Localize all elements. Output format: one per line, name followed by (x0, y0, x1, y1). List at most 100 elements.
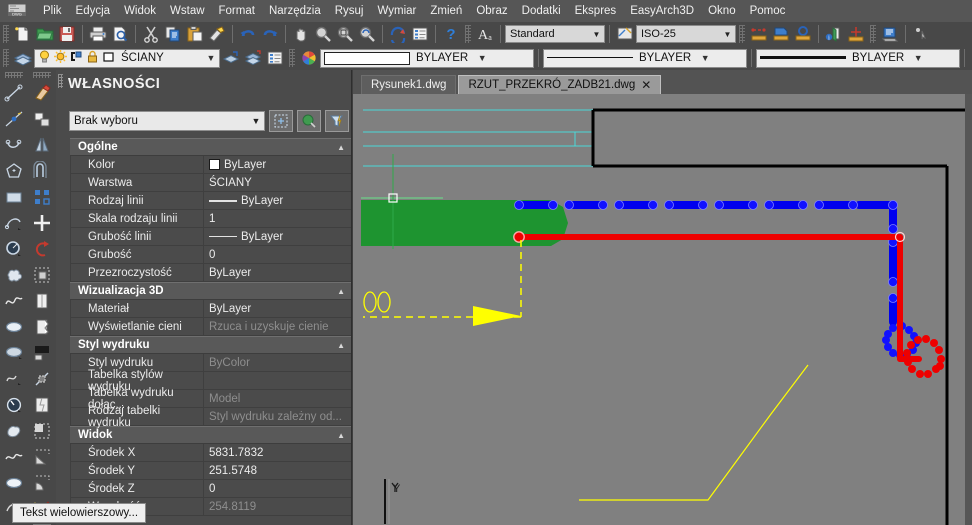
polygon-icon[interactable] (1, 158, 27, 184)
layer-previous-icon[interactable] (242, 47, 264, 69)
chamfer-icon[interactable] (29, 444, 55, 470)
paste-icon[interactable] (184, 23, 206, 45)
quick-select-icon[interactable] (269, 110, 293, 132)
chevron-down-icon[interactable]: ▼ (910, 53, 926, 63)
canvas-right-rail[interactable] (965, 94, 972, 525)
property-row[interactable]: Wyświetlanie cieni Rzuca i uzyskuje cieni… (70, 318, 351, 336)
toolbar-grip[interactable] (33, 72, 51, 78)
refresh-icon[interactable] (387, 23, 409, 45)
make-object-layer-current-icon[interactable] (220, 47, 242, 69)
menu-format[interactable]: Format (212, 1, 262, 21)
mirror-icon[interactable] (29, 132, 55, 158)
text-style-icon[interactable]: A a (474, 23, 496, 45)
line-icon[interactable] (1, 80, 27, 106)
ellipse-arc-icon[interactable] (1, 340, 27, 366)
print-icon[interactable] (87, 23, 109, 45)
menu-widok[interactable]: Widok (117, 1, 163, 21)
chevron-up-icon[interactable]: ▲ (337, 143, 345, 152)
scale-icon[interactable] (29, 262, 55, 288)
point-icon[interactable] (1, 418, 27, 444)
property-group-header[interactable]: Styl wydruku ▲ (70, 336, 351, 354)
layer-color-swatch[interactable] (101, 49, 116, 67)
zoom-realtime-icon[interactable] (312, 23, 334, 45)
property-value-cell[interactable]: ByLayer (204, 192, 351, 209)
insert-block-icon[interactable] (1, 366, 27, 392)
property-value-cell[interactable]: 1 (204, 210, 351, 227)
property-value-cell[interactable]: ByLayer (204, 300, 351, 317)
open-folder-icon[interactable] (34, 23, 56, 45)
toolbar-grip[interactable] (870, 25, 876, 43)
property-value-cell[interactable]: ŚCIANY (204, 174, 351, 191)
drawing-canvas[interactable]: Y Y (353, 94, 972, 525)
offset-icon[interactable] (29, 158, 55, 184)
property-row[interactable]: Materiał ByLayer (70, 300, 351, 318)
property-value-cell[interactable]: ByLayer (204, 228, 351, 245)
undo-icon[interactable] (237, 23, 259, 45)
selection-combo[interactable]: Brak wyboru ▼ (69, 111, 265, 131)
property-row[interactable]: Środek Z 0 (70, 480, 351, 498)
redo-icon[interactable] (259, 23, 281, 45)
property-value-cell[interactable]: Rzuca i uzyskuje cienie (204, 318, 351, 335)
revision-cloud-icon[interactable] (1, 262, 27, 288)
property-value-cell[interactable]: 254.8119 (204, 498, 351, 515)
menu-narzedzia[interactable]: Narzędzia (262, 1, 328, 21)
toolbar-grip[interactable] (5, 72, 23, 78)
property-group-header[interactable]: Wizualizacja 3D ▲ (70, 282, 351, 300)
toolbar-grip[interactable] (465, 25, 471, 43)
property-row[interactable]: Grubość linii ByLayer (70, 228, 351, 246)
property-row[interactable]: Rodzaj tabelki wydruku Styl wydruku zależ… (70, 405, 351, 429)
palette-grip[interactable] (58, 74, 63, 88)
copy-icon[interactable] (162, 23, 184, 45)
property-row[interactable]: Grubość 0 (70, 246, 351, 264)
polyline-icon[interactable] (1, 132, 27, 158)
match-properties-icon[interactable] (206, 23, 228, 45)
property-value-cell[interactable]: ByColor (204, 354, 351, 371)
layer-combo[interactable]: ŚCIANY ▼ (34, 48, 220, 68)
chevron-down-icon[interactable]: ▼ (248, 116, 264, 126)
array-icon[interactable] (29, 184, 55, 210)
workspace-icon[interactable] (879, 23, 901, 45)
menu-rysuj[interactable]: Rysuj (328, 1, 371, 21)
object-color-combo[interactable]: BYLAYER ▼ (320, 48, 534, 68)
property-group-header[interactable]: Ogólne ▲ (70, 138, 351, 156)
toolbar-grip[interactable] (3, 49, 9, 67)
property-row[interactable]: Środek X 5831.7832 (70, 444, 351, 462)
chevron-up-icon[interactable]: ▲ (337, 341, 345, 350)
palette-sidebar[interactable] (56, 70, 65, 525)
layer-manager-icon[interactable] (12, 47, 34, 69)
select-objects-icon[interactable] (297, 110, 321, 132)
chevron-down-icon[interactable]: ▼ (720, 30, 735, 39)
property-value-cell[interactable]: Styl wydruku zależny od... (204, 408, 351, 425)
property-value-cell[interactable]: 251.5748 (204, 462, 351, 479)
extend-icon[interactable] (29, 340, 55, 366)
circle-icon[interactable] (1, 236, 27, 262)
property-row[interactable]: Rodzaj linii ByLayer (70, 192, 351, 210)
property-value-cell[interactable]: Model (204, 390, 351, 407)
menu-zmien[interactable]: Zmień (423, 1, 469, 21)
move-icon[interactable] (29, 210, 55, 236)
property-value-cell[interactable]: ByLayer (204, 264, 351, 281)
point-style-icon[interactable] (792, 23, 814, 45)
property-group-header[interactable]: Widok ▲ (70, 426, 351, 444)
help-icon[interactable]: ? (440, 23, 462, 45)
property-value-cell[interactable]: ByLayer (204, 156, 351, 173)
break-icon[interactable] (29, 392, 55, 418)
property-value-cell[interactable]: 0 (204, 246, 351, 263)
menu-obraz[interactable]: Obraz (469, 1, 514, 21)
gradient-icon[interactable] (1, 470, 27, 496)
property-row[interactable]: Przezroczystość ByLayer (70, 264, 351, 282)
property-value-cell[interactable] (204, 372, 351, 389)
menu-wstaw[interactable]: Wstaw (163, 1, 212, 21)
table-style-icon[interactable] (770, 23, 792, 45)
padlock-icon[interactable] (85, 49, 100, 67)
erase-icon[interactable] (29, 80, 55, 106)
property-row[interactable]: Środek Y 251.5748 (70, 462, 351, 480)
menu-easyarch3d[interactable]: EasyArch3D (623, 1, 701, 21)
document-tab[interactable]: Rysunek1.dwg (361, 75, 457, 94)
menu-pomoc[interactable]: Pomoc (743, 1, 793, 21)
close-icon[interactable]: ✕ (641, 79, 651, 91)
menu-plik[interactable]: Plik (36, 1, 69, 21)
pan-icon[interactable] (290, 23, 312, 45)
hatch-icon[interactable] (1, 444, 27, 470)
stretch-icon[interactable] (29, 288, 55, 314)
